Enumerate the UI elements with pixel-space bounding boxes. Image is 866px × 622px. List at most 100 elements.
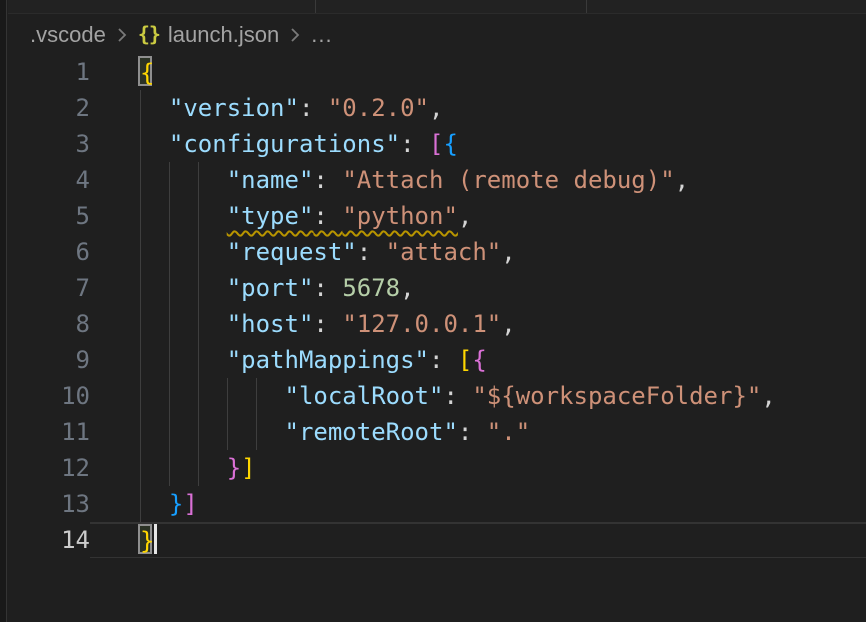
code-line[interactable]: 6 "request": "attach", xyxy=(8,234,866,270)
code-token: "version" xyxy=(169,94,299,122)
code-token: "pathMappings" xyxy=(227,346,429,374)
code-line-content[interactable]: "remoteRoot": "." xyxy=(90,414,866,450)
indent-guide xyxy=(140,486,141,522)
code-line[interactable]: 5 "type": "python", xyxy=(8,198,866,234)
code-token: , xyxy=(761,382,775,410)
editor[interactable]: 1{2 "version": "0.2.0",3 "configurations… xyxy=(8,54,866,622)
code-token xyxy=(140,94,169,122)
line-number[interactable]: 1 xyxy=(8,54,90,90)
code-token xyxy=(140,166,227,194)
chevron-right-icon xyxy=(288,25,302,45)
code-line[interactable]: 3 "configurations": [{ xyxy=(8,126,866,162)
code-line-content[interactable]: "version": "0.2.0", xyxy=(90,90,866,126)
code-token: "type" xyxy=(227,202,314,230)
tab-partial-3[interactable] xyxy=(587,0,866,13)
line-number[interactable]: 4 xyxy=(8,162,90,198)
code-line[interactable]: 8 "host": "127.0.0.1", xyxy=(8,306,866,342)
code-line-content[interactable]: "configurations": [{ xyxy=(90,126,866,162)
line-number[interactable]: 14 xyxy=(8,522,90,558)
line-number[interactable]: 2 xyxy=(8,90,90,126)
line-number[interactable]: 13 xyxy=(8,486,90,522)
code-line-content[interactable]: } xyxy=(90,522,866,558)
indent-guide xyxy=(198,306,199,342)
code-line-content[interactable]: { xyxy=(90,54,866,90)
code-token: , xyxy=(429,94,443,122)
code-token: 5678 xyxy=(342,274,400,302)
code-line-content[interactable]: "localRoot": "${workspaceFolder}", xyxy=(90,378,866,414)
line-number[interactable]: 9 xyxy=(8,342,90,378)
code-line[interactable]: 7 "port": 5678, xyxy=(8,270,866,306)
line-number[interactable]: 3 xyxy=(8,126,90,162)
code-token: , xyxy=(501,310,515,338)
code-token: "remoteRoot" xyxy=(285,418,458,446)
code-line[interactable]: 13 }] xyxy=(8,486,866,522)
code-token: : xyxy=(443,382,472,410)
code-token: "0.2.0" xyxy=(328,94,429,122)
code-line-content[interactable]: }] xyxy=(90,486,866,522)
code-token: , xyxy=(675,166,689,194)
code-token: [ xyxy=(429,130,443,158)
code-token: ] xyxy=(241,454,255,482)
code-line-content[interactable]: "name": "Attach (remote debug)", xyxy=(90,162,866,198)
code-token: "Attach (remote debug)" xyxy=(342,166,674,194)
code-line[interactable]: 11 "remoteRoot": "." xyxy=(8,414,866,450)
code-token xyxy=(140,418,285,446)
code-line[interactable]: 4 "name": "Attach (remote debug)", xyxy=(8,162,866,198)
code-line-content[interactable]: "pathMappings": [{ xyxy=(90,342,866,378)
code-line[interactable]: 10 "localRoot": "${workspaceFolder}", xyxy=(8,378,866,414)
line-number[interactable]: 7 xyxy=(8,270,90,306)
code-token: : xyxy=(458,418,487,446)
indent-guide xyxy=(140,198,141,234)
breadcrumb: .vscode {} launch.json ... xyxy=(8,15,866,54)
code-token xyxy=(140,382,285,410)
line-number[interactable]: 5 xyxy=(8,198,90,234)
indent-guide xyxy=(198,414,199,450)
indent-guide xyxy=(169,306,170,342)
line-number[interactable]: 10 xyxy=(8,378,90,414)
code-token: "python" xyxy=(342,202,458,230)
indent-guide xyxy=(140,270,141,306)
line-number[interactable]: 8 xyxy=(8,306,90,342)
code-token: : xyxy=(313,310,342,338)
code-token: "configurations" xyxy=(169,130,400,158)
line-number[interactable]: 6 xyxy=(8,234,90,270)
code-line[interactable]: 12 }] xyxy=(8,450,866,486)
code-line-content[interactable]: "type": "python", xyxy=(90,198,866,234)
vscode-editor-window: .vscode {} launch.json ... 1{2 "version"… xyxy=(0,0,866,622)
code-token: : xyxy=(313,202,342,230)
code-line-content[interactable]: "host": "127.0.0.1", xyxy=(90,306,866,342)
breadcrumb-item-folder[interactable]: .vscode xyxy=(30,22,106,48)
code-token: } xyxy=(169,490,183,518)
code-line-content[interactable]: "port": 5678, xyxy=(90,270,866,306)
code-token: : xyxy=(299,94,328,122)
code-token xyxy=(140,310,227,338)
code-token xyxy=(140,490,169,518)
indent-guide xyxy=(169,342,170,378)
code-line[interactable]: 2 "version": "0.2.0", xyxy=(8,90,866,126)
code-token: } xyxy=(227,454,241,482)
line-number[interactable]: 12 xyxy=(8,450,90,486)
indent-guide xyxy=(198,198,199,234)
code-token: "name" xyxy=(227,166,314,194)
code-line-content[interactable]: "request": "attach", xyxy=(90,234,866,270)
indent-guide xyxy=(169,162,170,198)
indent-guide xyxy=(198,270,199,306)
breadcrumb-item-file[interactable]: launch.json xyxy=(168,22,279,48)
code-token: "${workspaceFolder}" xyxy=(472,382,761,410)
code-line[interactable]: 14} xyxy=(8,522,866,558)
indent-guide xyxy=(227,378,228,414)
code-line[interactable]: 9 "pathMappings": [{ xyxy=(8,342,866,378)
code-token: , xyxy=(458,202,472,230)
breadcrumb-item-symbols[interactable]: ... xyxy=(311,22,332,48)
bracket-match-highlight: { xyxy=(138,56,152,86)
indent-guide xyxy=(140,306,141,342)
code-token: : xyxy=(313,166,342,194)
code-token: , xyxy=(501,238,515,266)
tab-partial-1[interactable] xyxy=(8,0,316,13)
bracket-match-highlight: } xyxy=(138,524,152,554)
code-line[interactable]: 1{ xyxy=(8,54,866,90)
code-token xyxy=(140,238,227,266)
tab-partial-2[interactable] xyxy=(316,0,587,13)
code-line-content[interactable]: }] xyxy=(90,450,866,486)
line-number[interactable]: 11 xyxy=(8,414,90,450)
